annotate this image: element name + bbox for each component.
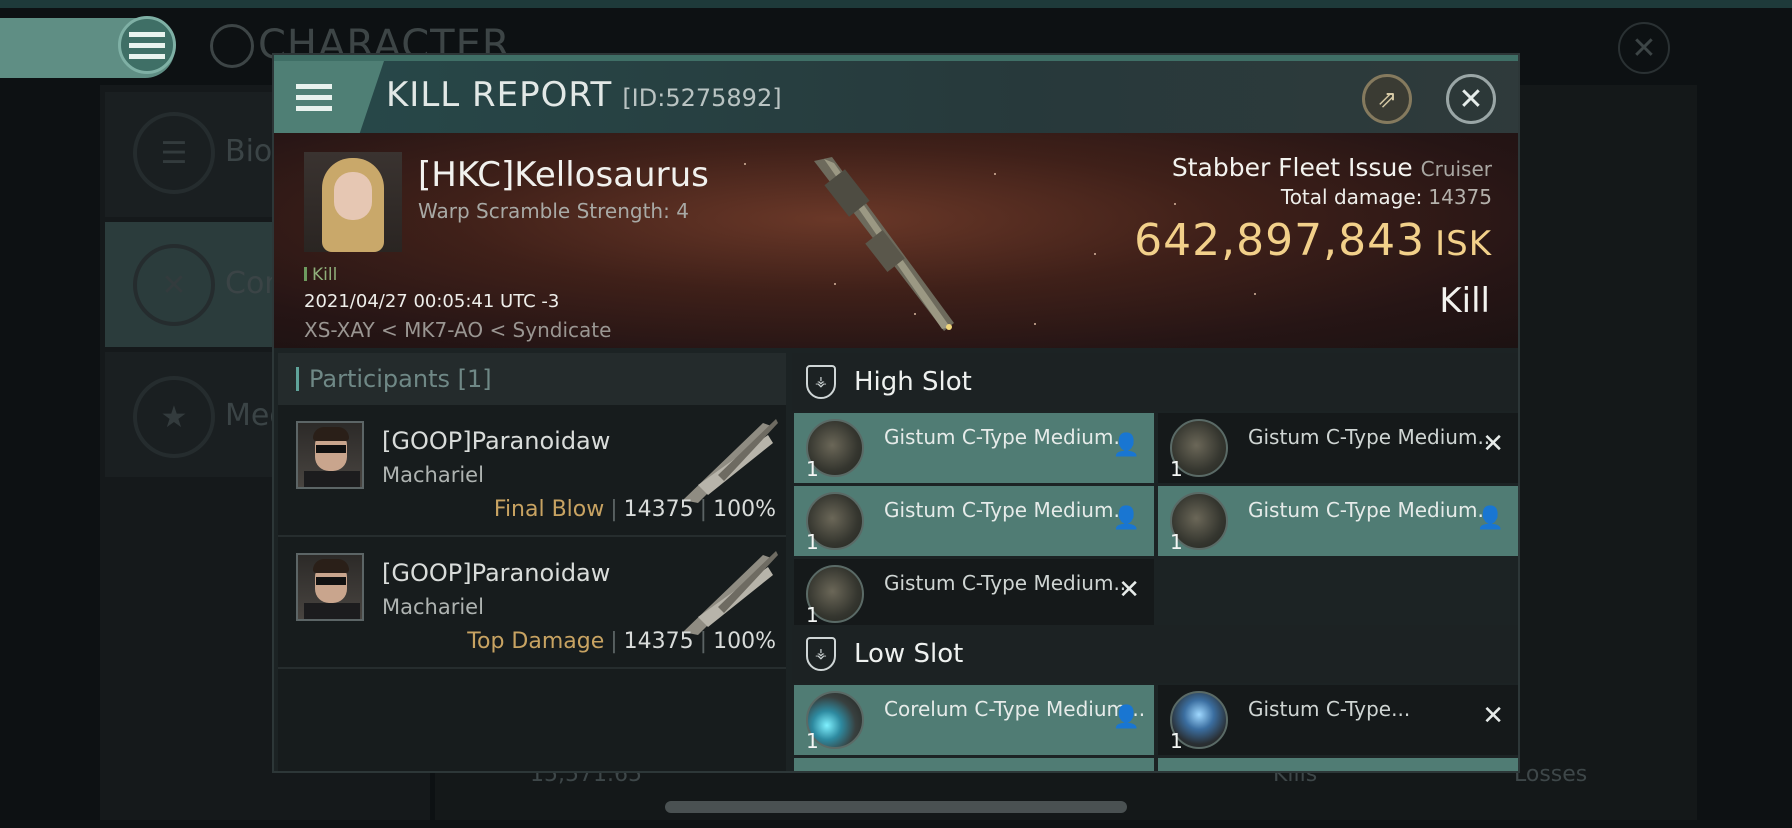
participants-panel: Participants [1] [GOOP]Paranoidaw Machar… <box>278 353 786 771</box>
ship-class: Cruiser <box>1420 157 1492 181</box>
total-damage-label: Total damage: <box>1280 185 1423 209</box>
bg-sidebar-label: Bio <box>225 134 273 169</box>
isk-value: 642,897,843 ISK <box>1134 215 1492 266</box>
dialog-title-text: KILL REPORT <box>386 75 613 115</box>
module-qty: 1 <box>806 457 819 481</box>
module-item-partial[interactable] <box>794 758 1154 771</box>
close-icon[interactable]: ✕ <box>1446 74 1496 124</box>
victim-banner: [HKC]Kellosaurus Warp Scramble Strength:… <box>274 133 1518 348</box>
participant-ship: Machariel <box>382 595 484 619</box>
high-slot-header: ⚶ High Slot <box>792 353 1518 411</box>
hamburger-icon <box>296 83 332 111</box>
module-name: Gistum C-Type Medium... <box>1248 425 1497 449</box>
bg-hamburger-icon[interactable] <box>118 16 176 74</box>
participant-ship-image <box>683 551 778 635</box>
low-slot-icon: ⚶ <box>806 637 836 671</box>
module-qty: 1 <box>806 729 819 753</box>
participants-title: Participants [1] <box>296 365 492 393</box>
destroyed-x-icon: ✕ <box>1482 701 1504 731</box>
module-item[interactable]: 1 Gistum C-Type Medium... ✕ <box>794 559 1154 629</box>
fitted-person-icon: 👤 <box>1112 705 1140 730</box>
module-name: Corelum C-Type Medium... <box>884 697 1146 721</box>
destroyed-x-icon: ✕ <box>1482 429 1504 459</box>
participant-role: Final Blow <box>493 497 605 522</box>
module-item-partial[interactable] <box>1158 758 1518 771</box>
warp-scramble-strength: Warp Scramble Strength: 4 <box>418 199 689 223</box>
module-name: Gistum C-Type Medium... <box>884 425 1133 449</box>
module-qty: 1 <box>1170 729 1183 753</box>
participant-row[interactable]: [GOOP]Paranoidaw Machariel Top Damage | 14… <box>278 537 786 669</box>
total-damage-value: 14375 <box>1428 185 1492 209</box>
high-slot-icon: ⚶ <box>806 365 836 399</box>
module-item[interactable]: 1 Gistum C-Type Medium... ✕ <box>1158 413 1518 483</box>
kill-datetime: 2021/04/27 00:05:41 UTC -3 <box>304 291 560 312</box>
module-item[interactable]: 1 Gistum C-Type Medium... 👤 <box>1158 486 1518 556</box>
fitting-panel: ⚶ High Slot 1 Gistum C-Type Medium... 👤 … <box>792 353 1518 771</box>
participant-percent: 100% <box>713 497 776 522</box>
participants-header[interactable]: Participants [1] <box>278 353 786 405</box>
low-slot-title: Low Slot <box>854 639 964 669</box>
result-label: Kill <box>1439 281 1490 321</box>
ship-name: Stabber Fleet Issue <box>1171 153 1413 182</box>
module-qty: 1 <box>1170 457 1183 481</box>
module-qty: 1 <box>1170 530 1183 554</box>
fitted-person-icon: 👤 <box>1112 506 1140 531</box>
participant-percent: 100% <box>713 629 776 654</box>
crossed-swords-icon: ✕ <box>133 244 215 326</box>
module-name: Gistum C-Type Medium... <box>884 571 1133 595</box>
character-icon <box>210 24 254 68</box>
participant-ship-image <box>683 419 778 503</box>
destroyed-x-icon: ✕ <box>1118 575 1140 605</box>
share-icon[interactable]: ⇗ <box>1362 74 1412 124</box>
participant-name: [GOOP]Paranoidaw <box>382 427 611 455</box>
participant-avatar <box>296 553 364 621</box>
module-name: Gistum C-Type... <box>1248 697 1411 721</box>
kill-location: XS-XAY < MK7-AO < Syndicate <box>304 318 612 342</box>
victim-ship[interactable]: Stabber Fleet Issue Cruiser <box>1172 153 1492 182</box>
low-slot-header: ⚶ Low Slot <box>792 625 1518 683</box>
top-border <box>0 0 1792 8</box>
horizontal-scrollbar[interactable] <box>665 801 1127 813</box>
bg-footer-losses: Losses <box>1514 762 1588 787</box>
module-item[interactable]: 1 Gistum C-Type Medium... 👤 <box>794 413 1154 483</box>
module-name: Gistum C-Type Medium... <box>884 498 1133 522</box>
kill-report-dialog: KILL REPORT [ID:5275892] ⇗ ✕ [HKC]Kellosa… <box>272 53 1520 773</box>
total-damage: Total damage: 14375 <box>1281 185 1492 209</box>
kill-id: [ID:5275892] <box>622 84 782 112</box>
participant-avatar <box>296 421 364 489</box>
module-qty: 1 <box>806 603 819 627</box>
victim-ship-image <box>814 157 954 331</box>
module-item[interactable]: 1 Gistum C-Type Medium... 👤 <box>794 486 1154 556</box>
fitted-person-icon: 👤 <box>1112 433 1140 458</box>
fitted-person-icon: 👤 <box>1476 506 1504 531</box>
high-slot-title: High Slot <box>854 367 972 397</box>
menu-lines-icon: ☰ <box>133 112 215 194</box>
isk-amount: 642,897,843 <box>1134 215 1426 266</box>
victim-portrait <box>304 152 402 252</box>
star-badge-icon: ★ <box>133 376 215 458</box>
participant-role: Top Damage <box>467 629 605 654</box>
kill-tag: Kill <box>304 265 337 285</box>
participant-name: [GOOP]Paranoidaw <box>382 559 611 587</box>
isk-unit: ISK <box>1435 224 1492 264</box>
participant-stats: Final Blow | 14375 | 100% <box>493 497 776 522</box>
dialog-title: KILL REPORT [ID:5275892] <box>386 75 782 115</box>
participant-row[interactable]: [GOOP]Paranoidaw Machariel Final Blow | 14… <box>278 405 786 537</box>
participant-stats: Top Damage | 14375 | 100% <box>467 629 776 654</box>
bg-close-icon[interactable]: ✕ <box>1618 22 1670 74</box>
participant-damage: 14375 <box>623 497 694 522</box>
module-item[interactable]: 1 Corelum C-Type Medium... 👤 <box>794 685 1154 755</box>
victim-name[interactable]: [HKC]Kellosaurus <box>418 155 709 195</box>
module-item[interactable]: 1 Gistum C-Type... ✕ <box>1158 685 1518 755</box>
participant-damage: 14375 <box>623 629 694 654</box>
module-name: Gistum C-Type Medium... <box>1248 498 1497 522</box>
module-qty: 1 <box>806 530 819 554</box>
participant-ship: Machariel <box>382 463 484 487</box>
